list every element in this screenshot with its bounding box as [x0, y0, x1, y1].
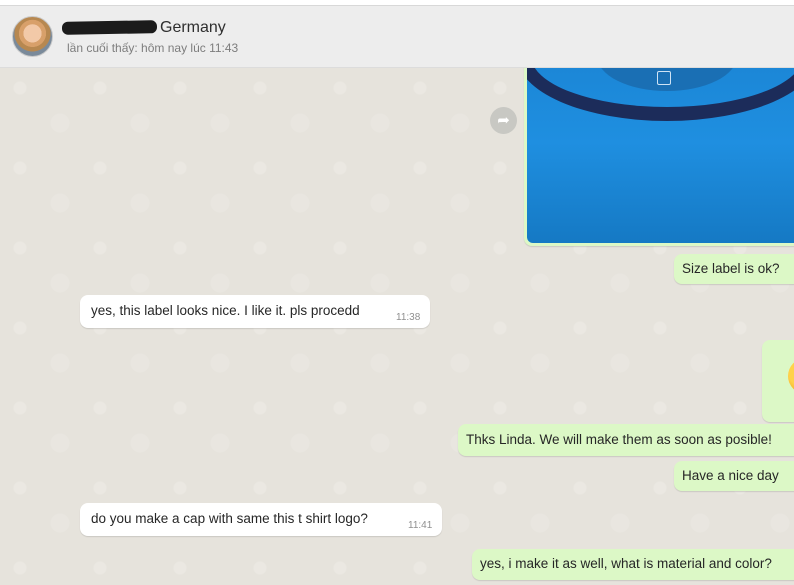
message-outgoing[interactable]: Have a nice day — [674, 461, 794, 491]
message-text: Size label is ok? — [682, 261, 780, 276]
tshirt-photo[interactable] — [527, 68, 794, 243]
forward-icon[interactable]: ➦ — [490, 107, 517, 134]
message-outgoing[interactable]: Thks Linda. We will make them as soon as… — [458, 424, 794, 456]
chat-panel[interactable]: ➦ Size label is ok? yes, this label look… — [0, 68, 794, 585]
last-seen-status: lần cuối thấy: hôm nay lúc 11:43 — [67, 41, 239, 55]
sticker-message[interactable] — [762, 340, 794, 422]
size-label-tag — [657, 71, 671, 85]
chat-header[interactable]: Germany lần cuối thấy: hôm nay lúc 11:43 — [0, 6, 794, 68]
message-time: 11:41 — [408, 520, 433, 531]
image-message[interactable] — [524, 68, 794, 246]
emoji-sticker — [788, 358, 794, 394]
message-text: Thks Linda. We will make them as soon as… — [466, 432, 772, 447]
contact-avatar[interactable] — [12, 16, 53, 57]
message-text: yes, this label looks nice. I like it. p… — [91, 303, 360, 318]
contact-name[interactable]: Germany — [160, 19, 226, 37]
message-text: yes, i make it as well, what is material… — [480, 556, 772, 571]
message-outgoing[interactable]: Size label is ok? — [674, 254, 794, 284]
message-time: 11:38 — [396, 312, 421, 323]
message-text: Have a nice day — [682, 468, 779, 483]
message-text: do you make a cap with same this t shirt… — [91, 511, 368, 526]
message-outgoing[interactable]: yes, i make it as well, what is material… — [472, 549, 794, 580]
message-incoming[interactable]: yes, this label looks nice. I like it. p… — [80, 295, 430, 328]
redacted-name — [61, 20, 158, 35]
message-incoming[interactable]: do you make a cap with same this t shirt… — [80, 503, 442, 536]
